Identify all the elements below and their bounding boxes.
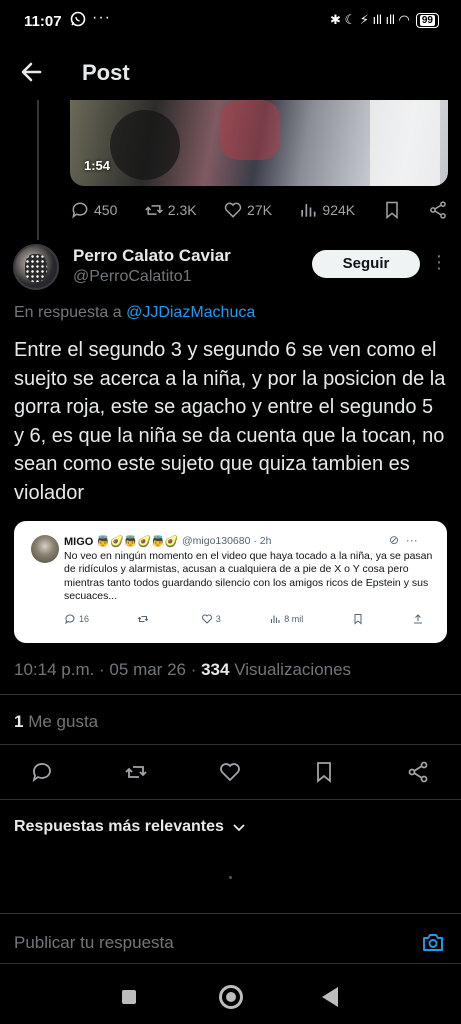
- heart-icon: [201, 614, 212, 624]
- post-views-label: Visualizaciones: [229, 660, 352, 679]
- reply-to-prefix: En respuesta a: [14, 304, 122, 321]
- quote-author-name: MIGO 👼🥑👼🥑👼🥑: [64, 536, 179, 548]
- quoted-screenshot[interactable]: MIGO 👼🥑👼🥑👼🥑 @migo130680 · 2h ⊘ ··· No ve…: [14, 521, 447, 643]
- reply-icon[interactable]: [30, 760, 54, 789]
- reply-to-line: En respuesta a @JJDiazMachuca: [14, 304, 255, 322]
- system-nav-bar: [0, 966, 461, 1024]
- repost-action[interactable]: 2.3K: [144, 200, 197, 220]
- divider: [0, 694, 461, 695]
- post-meta: 10:14 p.m. · 05 mar 26 · 334 Visualizaci…: [14, 660, 351, 680]
- video-thumbnail[interactable]: 1:54: [70, 100, 448, 186]
- recents-icon[interactable]: [122, 990, 136, 1004]
- reply-icon: [72, 202, 88, 219]
- divider: [0, 913, 461, 914]
- notification-dots: ···: [92, 9, 111, 26]
- heart-icon: [224, 202, 242, 218]
- whatsapp-icon: [70, 11, 86, 32]
- views-action[interactable]: 924K: [298, 200, 355, 220]
- home-icon[interactable]: [219, 985, 243, 1009]
- quote-views: 8 mil: [269, 613, 303, 625]
- replies-sort-dropdown[interactable]: Respuestas más relevantes: [14, 818, 246, 836]
- bookmark-icon: [385, 201, 398, 220]
- quote-views-count: 8 mil: [284, 614, 304, 624]
- reply-icon: [65, 614, 75, 625]
- follow-button[interactable]: Seguir: [312, 250, 420, 278]
- quote-bookmark: [352, 613, 364, 625]
- battery-icon: 99: [415, 12, 439, 28]
- page-title: Post: [82, 60, 130, 85]
- author-handle[interactable]: @PerroCalatito1: [73, 268, 192, 286]
- views-icon: [271, 615, 280, 623]
- chevron-down-icon: [233, 824, 245, 832]
- quote-reply-count: 16: [79, 614, 90, 624]
- quote-text: No veo en ningún momento en el video que…: [64, 550, 433, 602]
- post-text: Entre el segundo 3 y segundo 6 se ven co…: [14, 339, 446, 504]
- more-options-icon[interactable]: ⋮: [430, 252, 448, 273]
- reply-to-mention[interactable]: @JJDiazMachuca: [126, 304, 255, 321]
- divider: [0, 799, 461, 800]
- camera-icon[interactable]: [421, 930, 445, 954]
- quote-like-count: 3: [215, 614, 221, 624]
- share-action[interactable]: [428, 200, 448, 220]
- status-icons: ✱ ☾ ⚡ ıll ıll ◠ 99: [330, 12, 439, 28]
- views-icon: [301, 204, 316, 217]
- quote-like: 3: [201, 613, 221, 625]
- divider: [0, 963, 461, 964]
- likes-summary[interactable]: 1 Me gusta: [14, 712, 98, 732]
- parent-post-actions: 450 2.3K 27K 924K: [70, 196, 448, 224]
- divider: [0, 744, 461, 745]
- post-views-count: 334: [201, 660, 230, 679]
- repost-icon[interactable]: [124, 760, 148, 789]
- quote-author-handle: @migo130680 · 2h: [182, 535, 272, 547]
- repost-count: 2.3K: [167, 202, 197, 218]
- reply-input[interactable]: Publicar tu respuesta: [14, 933, 174, 953]
- post-actions: [30, 760, 430, 789]
- quote-share: [412, 613, 424, 625]
- post-timestamp: 10:14 p.m. · 05 mar 26 ·: [14, 660, 202, 679]
- bookmark-icon[interactable]: [312, 760, 336, 789]
- quote-avatar: [31, 535, 59, 563]
- avatar[interactable]: [13, 244, 59, 290]
- heart-icon[interactable]: [218, 760, 242, 789]
- bookmark-action[interactable]: [382, 200, 402, 220]
- repost-icon: [138, 616, 149, 622]
- loading-indicator: [229, 876, 232, 879]
- quote-reply: 16: [64, 613, 89, 625]
- quote-repost: [137, 613, 152, 625]
- top-header: Post: [0, 44, 461, 100]
- reply-count: 450: [94, 202, 118, 218]
- share-icon[interactable]: [406, 760, 430, 789]
- repost-icon: [144, 205, 163, 215]
- status-bar: 11:07 ··· ✱ ☾ ⚡ ıll ıll ◠ 99: [0, 0, 461, 44]
- quote-actions: 16 3 8 mil: [64, 613, 424, 625]
- share-icon: [430, 201, 446, 219]
- quote-grok-icon: ⊘ ···: [389, 533, 418, 547]
- likes-label: Me gusta: [23, 712, 99, 731]
- video-duration: 1:54: [84, 158, 111, 173]
- status-time: 11:07: [24, 13, 62, 30]
- upload-icon: [414, 614, 422, 624]
- back-triangle-icon[interactable]: [322, 987, 338, 1007]
- author-name[interactable]: Perro Calato Caviar: [73, 246, 231, 266]
- like-action[interactable]: 27K: [223, 200, 272, 220]
- replies-sort-label: Respuestas más relevantes: [14, 818, 224, 835]
- system-status-icons: ✱ ☾ ⚡ ıll ıll ◠: [330, 12, 410, 27]
- like-count: 27K: [247, 202, 272, 218]
- thread-line: [37, 100, 39, 240]
- views-count: 924K: [322, 202, 356, 218]
- arrow-left-icon[interactable]: [18, 58, 46, 86]
- bookmark-icon: [354, 614, 362, 625]
- reply-action[interactable]: 450: [70, 200, 117, 220]
